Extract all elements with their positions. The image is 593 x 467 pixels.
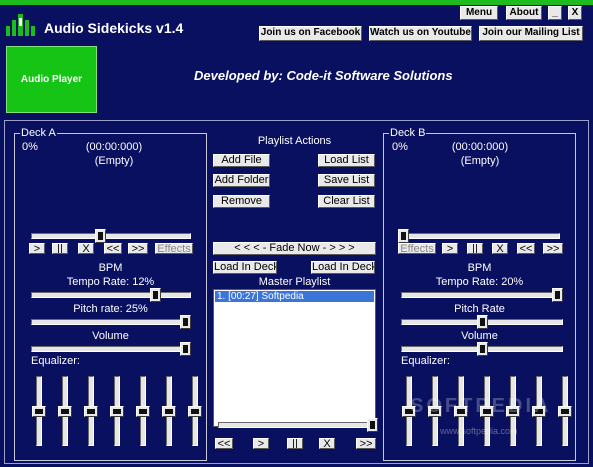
deck-a-pitch-slider[interactable] — [31, 319, 191, 325]
deck-a-eq-band-handle[interactable] — [162, 406, 176, 417]
deck-a-seek-bar[interactable] — [31, 233, 191, 239]
master-playlist-seek-handle[interactable] — [367, 418, 378, 432]
load-list-button[interactable]: Load List — [318, 154, 375, 167]
deck-b-play-button[interactable]: > — [442, 243, 458, 254]
deck-a-title: Deck A — [20, 127, 57, 139]
deck-a-volume-slider[interactable] — [31, 346, 191, 352]
deck-a-time: (00:00:000) — [85, 141, 143, 153]
minimize-button[interactable]: _ — [548, 6, 562, 20]
master-playlist-title: Master Playlist — [258, 276, 331, 288]
deck-a-volume-label: Volume — [92, 330, 129, 342]
deck-a-effects-button[interactable]: Effects — [155, 243, 193, 254]
about-button[interactable]: About — [506, 6, 542, 20]
deck-b-seek-handle[interactable] — [398, 229, 409, 243]
deck-a-play-button[interactable]: > — [29, 243, 45, 254]
deck-a-stop-button[interactable]: X — [78, 243, 94, 254]
app-title: Audio Sidekicks v1.4 — [44, 20, 184, 36]
deck-a-equalizer-label: Equalizer: — [31, 355, 80, 367]
playlist-actions-title: Playlist Actions — [257, 135, 332, 147]
remove-button[interactable]: Remove — [213, 195, 270, 208]
fade-now-button[interactable]: < < < - Fade Now - > > > — [213, 242, 376, 255]
deck-b-tempo-slider[interactable] — [401, 292, 563, 298]
deck-a-progress: 0% — [22, 141, 38, 153]
deck-a-eq-band-handle[interactable] — [188, 406, 202, 417]
deck-b-equalizer-label: Equalizer: — [401, 355, 450, 367]
deck-a-track: (Empty) — [94, 155, 134, 167]
deck-b-pitch-handle[interactable] — [477, 315, 488, 329]
deck-a-tempo-handle[interactable] — [150, 288, 161, 302]
clear-list-button[interactable]: Clear List — [318, 195, 375, 208]
deck-a-tempo-slider[interactable] — [31, 292, 191, 298]
softpedia-watermark: SOFTPEDIA — [410, 395, 552, 417]
playlist-item[interactable]: 1. [00:27] Softpedia — [215, 291, 374, 302]
deck-b-volume-label: Volume — [461, 330, 498, 342]
master-pause-button[interactable]: || — [287, 438, 303, 449]
deck-a-pitch-label: Pitch rate: 25% — [73, 303, 148, 315]
deck-a-tempo-label: Tempo Rate: 12% — [66, 276, 155, 288]
deck-b-tempo-handle[interactable] — [552, 288, 563, 302]
top-accent-bar — [0, 0, 593, 5]
deck-b-progress: 0% — [392, 141, 408, 153]
facebook-link-button[interactable]: Join us on Facebook — [259, 26, 362, 41]
deck-b-title: Deck B — [389, 127, 427, 139]
deck-a-rewind-button[interactable]: << — [104, 243, 122, 254]
youtube-link-button[interactable]: Watch us on Youtube — [369, 26, 472, 41]
deck-a-eq-band-handle[interactable] — [84, 406, 98, 417]
load-deck-b-button[interactable]: Load In Deck B — [311, 261, 375, 274]
deck-b-stop-button[interactable]: X — [492, 243, 508, 254]
mailing-list-button[interactable]: Join our Mailing List — [479, 26, 583, 41]
deck-b-rewind-button[interactable]: << — [517, 243, 535, 254]
deck-b-bpm-label: BPM — [467, 262, 492, 274]
add-folder-button[interactable]: Add Folder — [213, 174, 270, 187]
close-button[interactable]: X — [568, 6, 582, 20]
developer-label: Developed by: Code-it Software Solutions — [194, 68, 453, 83]
master-playlist-list[interactable]: 1. [00:27] Softpedia — [213, 289, 376, 427]
deck-a-volume-handle[interactable] — [180, 342, 191, 356]
softpedia-watermark-url: www.softpedia.com — [440, 426, 518, 436]
add-file-button[interactable]: Add File — [213, 154, 270, 167]
deck-a-eq-band-handle[interactable] — [136, 406, 150, 417]
master-forward-button[interactable]: >> — [356, 438, 376, 449]
deck-b-seek-bar[interactable] — [398, 233, 560, 239]
audio-player-tab[interactable]: Audio Player — [6, 46, 97, 113]
deck-b-effects-button[interactable]: Effects — [398, 243, 436, 254]
menu-button[interactable]: Menu — [460, 6, 498, 20]
deck-b-pitch-label: Pitch Rate — [454, 303, 505, 315]
deck-a-eq-band-handle[interactable] — [32, 406, 46, 417]
deck-a-seek-handle[interactable] — [95, 229, 106, 243]
deck-b-track: (Empty) — [460, 155, 500, 167]
deck-b-time: (00:00:000) — [451, 141, 509, 153]
deck-a-bpm-label: BPM — [98, 262, 123, 274]
app-logo-icon — [6, 14, 35, 36]
deck-a-pause-button[interactable]: || — [52, 243, 68, 254]
load-deck-a-button[interactable]: Load In Deck A — [213, 261, 277, 274]
master-rewind-button[interactable]: << — [215, 438, 233, 449]
deck-a-eq-band-handle[interactable] — [58, 406, 72, 417]
master-play-button[interactable]: > — [253, 438, 269, 449]
master-playlist-seek-bar[interactable] — [218, 422, 378, 428]
deck-a-forward-button[interactable]: >> — [128, 243, 148, 254]
deck-b-pause-button[interactable]: || — [467, 243, 483, 254]
deck-b-forward-button[interactable]: >> — [543, 243, 563, 254]
deck-a-pitch-handle[interactable] — [180, 315, 191, 329]
deck-b-tempo-label: Tempo Rate: 20% — [435, 276, 524, 288]
deck-b-eq-band-handle[interactable] — [558, 406, 572, 417]
deck-a-eq-band-handle[interactable] — [110, 406, 124, 417]
master-stop-button[interactable]: X — [319, 438, 335, 449]
save-list-button[interactable]: Save List — [318, 174, 375, 187]
deck-b-volume-handle[interactable] — [477, 342, 488, 356]
